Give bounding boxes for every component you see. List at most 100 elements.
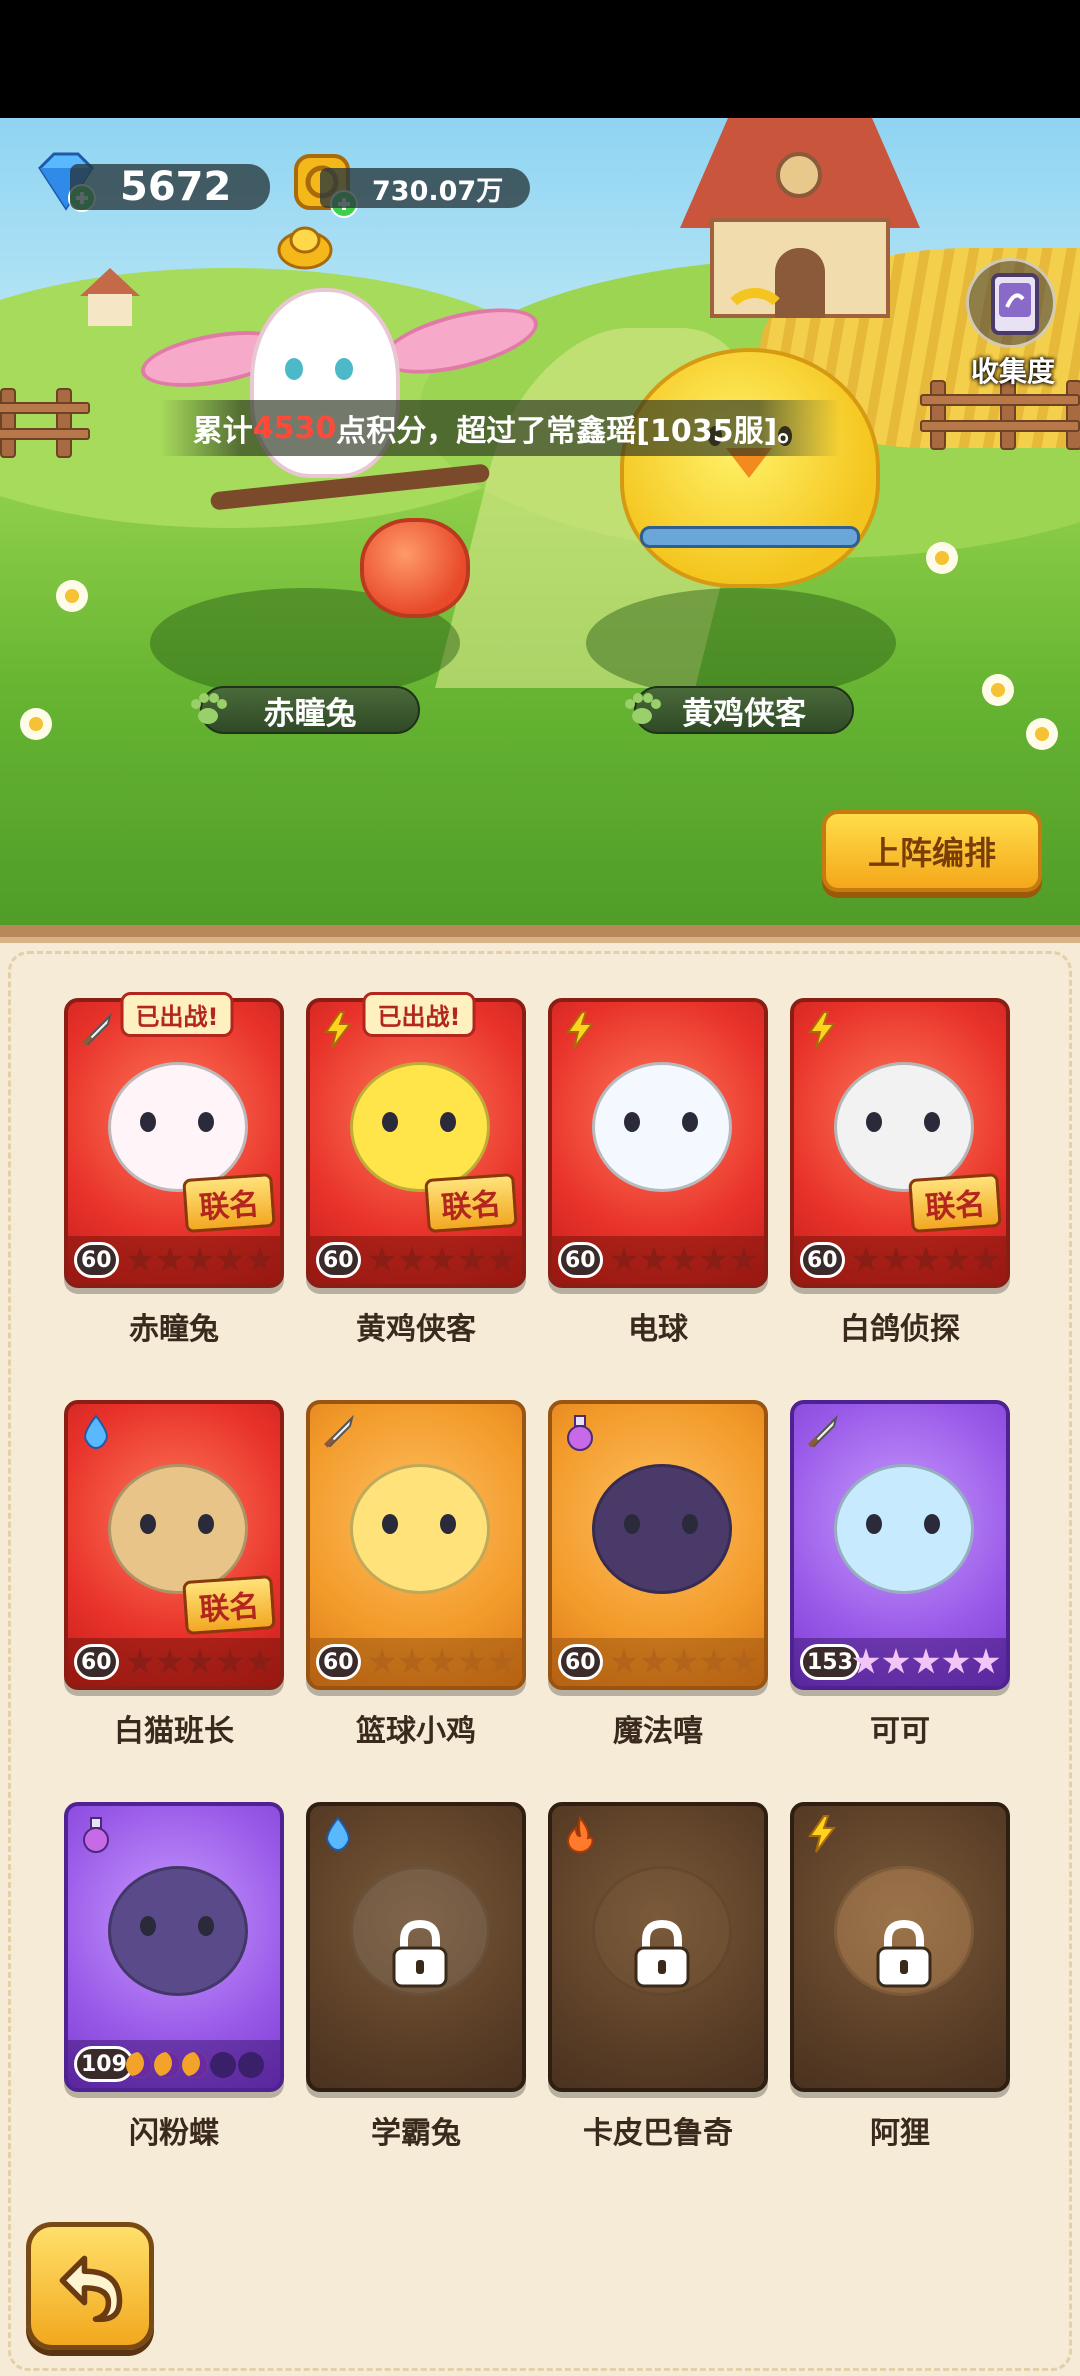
collection-button[interactable]: 收集度 <box>958 258 1068 388</box>
star-icon <box>488 1648 516 1674</box>
star-icon <box>428 1648 456 1674</box>
lightning-icon <box>802 1010 842 1050</box>
score-banner: 累计 4530 点积分，超过了常鑫瑶[1035服]。 <box>160 400 840 456</box>
pet-card-5[interactable]: 联名 60 白猫班长 <box>64 1400 290 1750</box>
lineup-nameplate-2: 黄鸡侠客 <box>625 686 854 734</box>
banner-suffix: 点积分，超过了常鑫瑶[1035服]。 <box>336 414 808 449</box>
lineup-scene: 5672 730.07万 收集度 累计 4530 点积分，超过了常鑫瑶[1035… <box>0 118 1080 930</box>
pet-card-face[interactable]: 60 <box>548 998 768 1288</box>
pet-card-face[interactable]: 联名 60 <box>790 998 1010 1288</box>
star-icon <box>126 1246 154 1272</box>
star-icon <box>972 1246 1000 1272</box>
lightning-icon <box>802 1814 842 1854</box>
pet-card-4[interactable]: 联名 60 白鸽侦探 <box>790 998 1016 1348</box>
pet-card-face[interactable] <box>306 1802 526 2092</box>
star-icon <box>186 1246 214 1272</box>
pet-card-3[interactable]: 60 电球 <box>548 998 774 1348</box>
collab-badge: 联名 <box>908 1172 1002 1234</box>
lightning-icon <box>318 1010 358 1050</box>
level-badge: 109 <box>74 2046 134 2082</box>
deployed-badge: 已出战! <box>362 992 476 1037</box>
level-badge: 60 <box>74 1644 119 1680</box>
rabbit-character[interactable] <box>130 278 550 658</box>
star-icon <box>126 1648 154 1674</box>
pet-card-8[interactable]: 153 可可 <box>790 1400 1016 1750</box>
level-badge: 153 <box>800 1644 860 1680</box>
banner-points: 4530 <box>252 410 337 446</box>
deployed-badge: 已出战! <box>120 992 234 1037</box>
pet-name: 闪粉蝶 <box>129 2116 219 2151</box>
star-icon <box>458 1246 486 1272</box>
flower <box>982 674 1014 706</box>
flower <box>926 542 958 574</box>
pet-name: 赤瞳兔 <box>129 1312 219 1347</box>
lock-icon <box>382 1916 458 1992</box>
pet-card-7[interactable]: 60 魔法嘻 <box>548 1400 774 1750</box>
lock-icon <box>624 1916 700 1992</box>
star-icon <box>398 1648 426 1674</box>
star-icon <box>730 1246 758 1272</box>
pet-portrait <box>88 1836 268 2026</box>
pet-card-face[interactable]: 153 <box>790 1400 1010 1690</box>
pet-card-face[interactable]: 60 <box>548 1400 768 1690</box>
pet-card-face[interactable]: 联名 60 <box>64 998 284 1288</box>
star-icon <box>882 1648 910 1674</box>
moon-icon <box>238 2052 264 2078</box>
pet-card-12[interactable]: 阿狸 <box>790 1802 1016 2152</box>
pet-card-9[interactable]: 109 闪粉蝶 <box>64 1802 290 2152</box>
farmhouse <box>680 118 920 318</box>
pet-name: 阿狸 <box>870 2116 930 2151</box>
back-arrow-icon <box>59 2255 123 2322</box>
pet-card-2[interactable]: 联名 60 已出战! 黄鸡侠客 <box>306 992 532 1348</box>
pet-card-6[interactable]: 60 篮球小鸡 <box>306 1400 532 1750</box>
banner-prefix: 累计 <box>192 414 253 449</box>
lineup-name: 黄鸡侠客 <box>682 695 806 732</box>
star-icon <box>398 1246 426 1272</box>
level-badge: 60 <box>558 1644 603 1680</box>
paw-icon <box>191 693 227 724</box>
star-icon <box>216 1246 244 1272</box>
gold-ingot-icon <box>277 226 333 270</box>
level-badge: 60 <box>316 1242 361 1278</box>
star-rating <box>368 1648 516 1676</box>
back-button[interactable] <box>26 2222 154 2350</box>
pet-name: 卡皮巴鲁奇 <box>583 2116 733 2151</box>
pet-card-face[interactable] <box>790 1802 1010 2092</box>
pet-card-face[interactable]: 109 <box>64 1802 284 2092</box>
level-badge: 60 <box>558 1242 603 1278</box>
formation-button[interactable]: 上阵编排 <box>822 810 1042 892</box>
star-icon <box>428 1246 456 1272</box>
star-rating <box>610 1246 758 1274</box>
pet-card-1[interactable]: 联名 60 已出战! 赤瞳兔 <box>64 992 290 1348</box>
fence-right <box>920 380 1080 450</box>
chick-character[interactable] <box>600 288 900 628</box>
star-icon <box>246 1246 274 1272</box>
star-icon <box>670 1246 698 1272</box>
star-icon <box>700 1246 728 1272</box>
star-icon <box>488 1246 516 1272</box>
star-rating <box>126 1246 274 1274</box>
gem-balance: 5672 <box>70 164 270 210</box>
lock-icon <box>866 1916 942 1992</box>
pet-name: 魔法嘻 <box>613 1714 703 1749</box>
pet-card-face[interactable] <box>548 1802 768 2092</box>
moon-icon <box>154 2052 180 2078</box>
pet-card-11[interactable]: 卡皮巴鲁奇 <box>548 1802 774 2152</box>
pet-portrait <box>330 1434 510 1624</box>
star-rating <box>852 1648 1000 1676</box>
star-icon <box>156 1246 184 1272</box>
potion-icon <box>560 1412 600 1452</box>
pet-card-10[interactable]: 学霸兔 <box>306 1802 532 2152</box>
star-icon <box>700 1648 728 1674</box>
sword-icon <box>76 1010 116 1050</box>
star-rating <box>610 1648 758 1676</box>
pet-card-face[interactable]: 联名 60 <box>306 998 526 1288</box>
star-icon <box>156 1648 184 1674</box>
book-icon <box>966 258 1056 348</box>
star-icon <box>912 1648 940 1674</box>
pet-portrait <box>572 1032 752 1222</box>
star-icon <box>458 1648 486 1674</box>
pet-card-face[interactable]: 60 <box>306 1400 526 1690</box>
pet-card-face[interactable]: 联名 60 <box>64 1400 284 1690</box>
sword-icon <box>802 1412 842 1452</box>
